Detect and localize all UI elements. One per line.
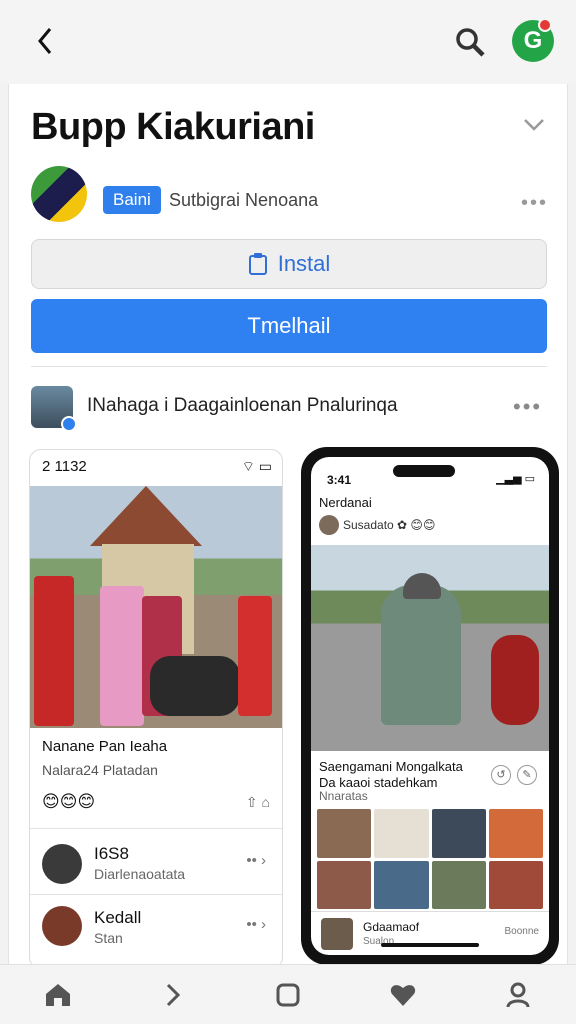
status-icons: ▁▃▅ ▭ xyxy=(496,473,535,485)
nav-home[interactable] xyxy=(28,975,88,1015)
notch xyxy=(393,465,455,477)
photo-grid xyxy=(317,809,543,909)
author-name: Susadato ✿ 😊😊 xyxy=(343,518,436,532)
screenshot-phone[interactable]: 3:41 ▁▃▅ ▭ Nerdanai Susadato ✿ 😊😊 Saenga… xyxy=(301,447,559,965)
app-icon xyxy=(31,166,87,222)
home-indicator xyxy=(381,943,479,947)
grid-photo[interactable] xyxy=(431,809,486,858)
roof xyxy=(90,486,202,546)
person xyxy=(100,586,144,726)
search-icon xyxy=(456,28,485,57)
forward-icon xyxy=(166,983,180,1006)
back-button[interactable] xyxy=(30,24,60,58)
row-subtitle: Diarlenaoatata xyxy=(94,866,186,882)
divider xyxy=(30,894,282,895)
share-icon[interactable]: ⇧ ⌂ xyxy=(246,794,270,811)
chevron-down-icon[interactable] xyxy=(523,118,545,132)
author-avatar xyxy=(319,515,339,535)
primary-label: Tmelhail xyxy=(247,313,331,338)
status-time: 2 1132 xyxy=(42,458,87,475)
avatar xyxy=(42,906,82,946)
footer-thumbnail[interactable] xyxy=(321,918,353,950)
caption-subtitle: Nnaratas xyxy=(319,789,368,803)
developer-name[interactable]: Sutbigrai Nenoana xyxy=(169,190,318,211)
edit-icon[interactable]: ✎ xyxy=(517,765,537,785)
clipboard-icon xyxy=(248,253,267,275)
avatar xyxy=(42,844,82,884)
more-options-icon[interactable]: ••• xyxy=(513,394,542,420)
divider xyxy=(31,366,547,367)
status-icons: ⌔ ▭ xyxy=(241,458,272,474)
install-button[interactable]: Instal xyxy=(31,239,547,289)
top-bar: G xyxy=(0,0,576,84)
avatar-letter: G xyxy=(523,27,543,54)
verified-icon xyxy=(61,416,77,432)
feed-header: Nerdanai xyxy=(319,495,372,510)
home-icon xyxy=(45,983,70,1006)
nav-profile[interactable] xyxy=(488,975,548,1015)
profile-avatar[interactable]: G xyxy=(512,18,554,62)
grid-photo[interactable] xyxy=(488,809,543,858)
person xyxy=(238,596,272,716)
phone-footer: Gdaamaof Sualon Boonne xyxy=(311,911,549,955)
divider xyxy=(30,828,282,829)
install-label: Instal xyxy=(277,251,331,276)
square-icon xyxy=(276,983,300,1006)
heart-icon xyxy=(390,984,416,1006)
row-title: Kedall xyxy=(94,908,142,927)
row-title: I6S8 xyxy=(94,844,129,863)
nav-favorites[interactable] xyxy=(373,975,433,1015)
save-icon[interactable]: ↺ xyxy=(491,765,511,785)
person xyxy=(34,576,74,726)
footer-title: Gdaamaof xyxy=(363,920,420,934)
caption-title: Nanane Pan Ieaha xyxy=(42,738,168,755)
grid-photo[interactable] xyxy=(317,809,372,858)
footer-action[interactable]: Boonne xyxy=(505,926,539,937)
motorbike xyxy=(491,635,539,725)
row-more-icon[interactable]: •• › xyxy=(246,852,266,869)
bottom-nav xyxy=(0,964,576,1024)
photo-rider xyxy=(311,545,549,751)
grid-photo[interactable] xyxy=(431,860,486,909)
caption-title: Saengamani Mongalkata Da kaaoi stadehkam xyxy=(319,759,463,790)
publisher-avatar[interactable] xyxy=(31,386,77,432)
feed-author-row: Susadato ✿ 😊😊 xyxy=(319,515,435,535)
search-button[interactable] xyxy=(452,24,492,60)
row-subtitle: Stan xyxy=(94,930,123,946)
grid-photo[interactable] xyxy=(488,860,543,909)
grid-photo[interactable] xyxy=(374,809,429,858)
app-title: Bupp Kiakuriani xyxy=(31,106,315,148)
publisher-line: INahaga i Daagainloenan Pnalurinqa xyxy=(87,395,398,416)
row-more-icon[interactable]: •• › xyxy=(246,916,266,933)
grid-photo[interactable] xyxy=(317,860,372,909)
helmet xyxy=(403,573,441,599)
profile-icon xyxy=(506,982,530,1007)
primary-button[interactable]: Tmelhail xyxy=(31,299,547,353)
grid-photo[interactable] xyxy=(374,860,429,909)
rider xyxy=(381,585,461,725)
nav-square[interactable] xyxy=(258,975,318,1015)
phone-screen: 3:41 ▁▃▅ ▭ Nerdanai Susadato ✿ 😊😊 Saenga… xyxy=(311,457,549,955)
caption-subtitle: Nalara24 Platadan xyxy=(42,762,158,778)
photo-village xyxy=(30,486,282,728)
nav-forward[interactable] xyxy=(143,975,203,1015)
more-options-icon[interactable]: ••• xyxy=(521,192,548,215)
screenshot-left[interactable]: 2 1132 ⌔ ▭ Nanane Pan Ieaha Nalara24 Pla… xyxy=(29,449,283,969)
app-card: Bupp Kiakuriani Baini Sutbigrai Nenoana … xyxy=(8,84,568,969)
status-time: 3:41 xyxy=(327,473,352,487)
category-badge: Baini xyxy=(103,186,161,214)
motorbike xyxy=(150,656,240,716)
notification-dot xyxy=(538,18,552,32)
chevron-left-icon xyxy=(38,28,52,54)
reactions[interactable]: 😊😊😊 xyxy=(42,792,95,812)
